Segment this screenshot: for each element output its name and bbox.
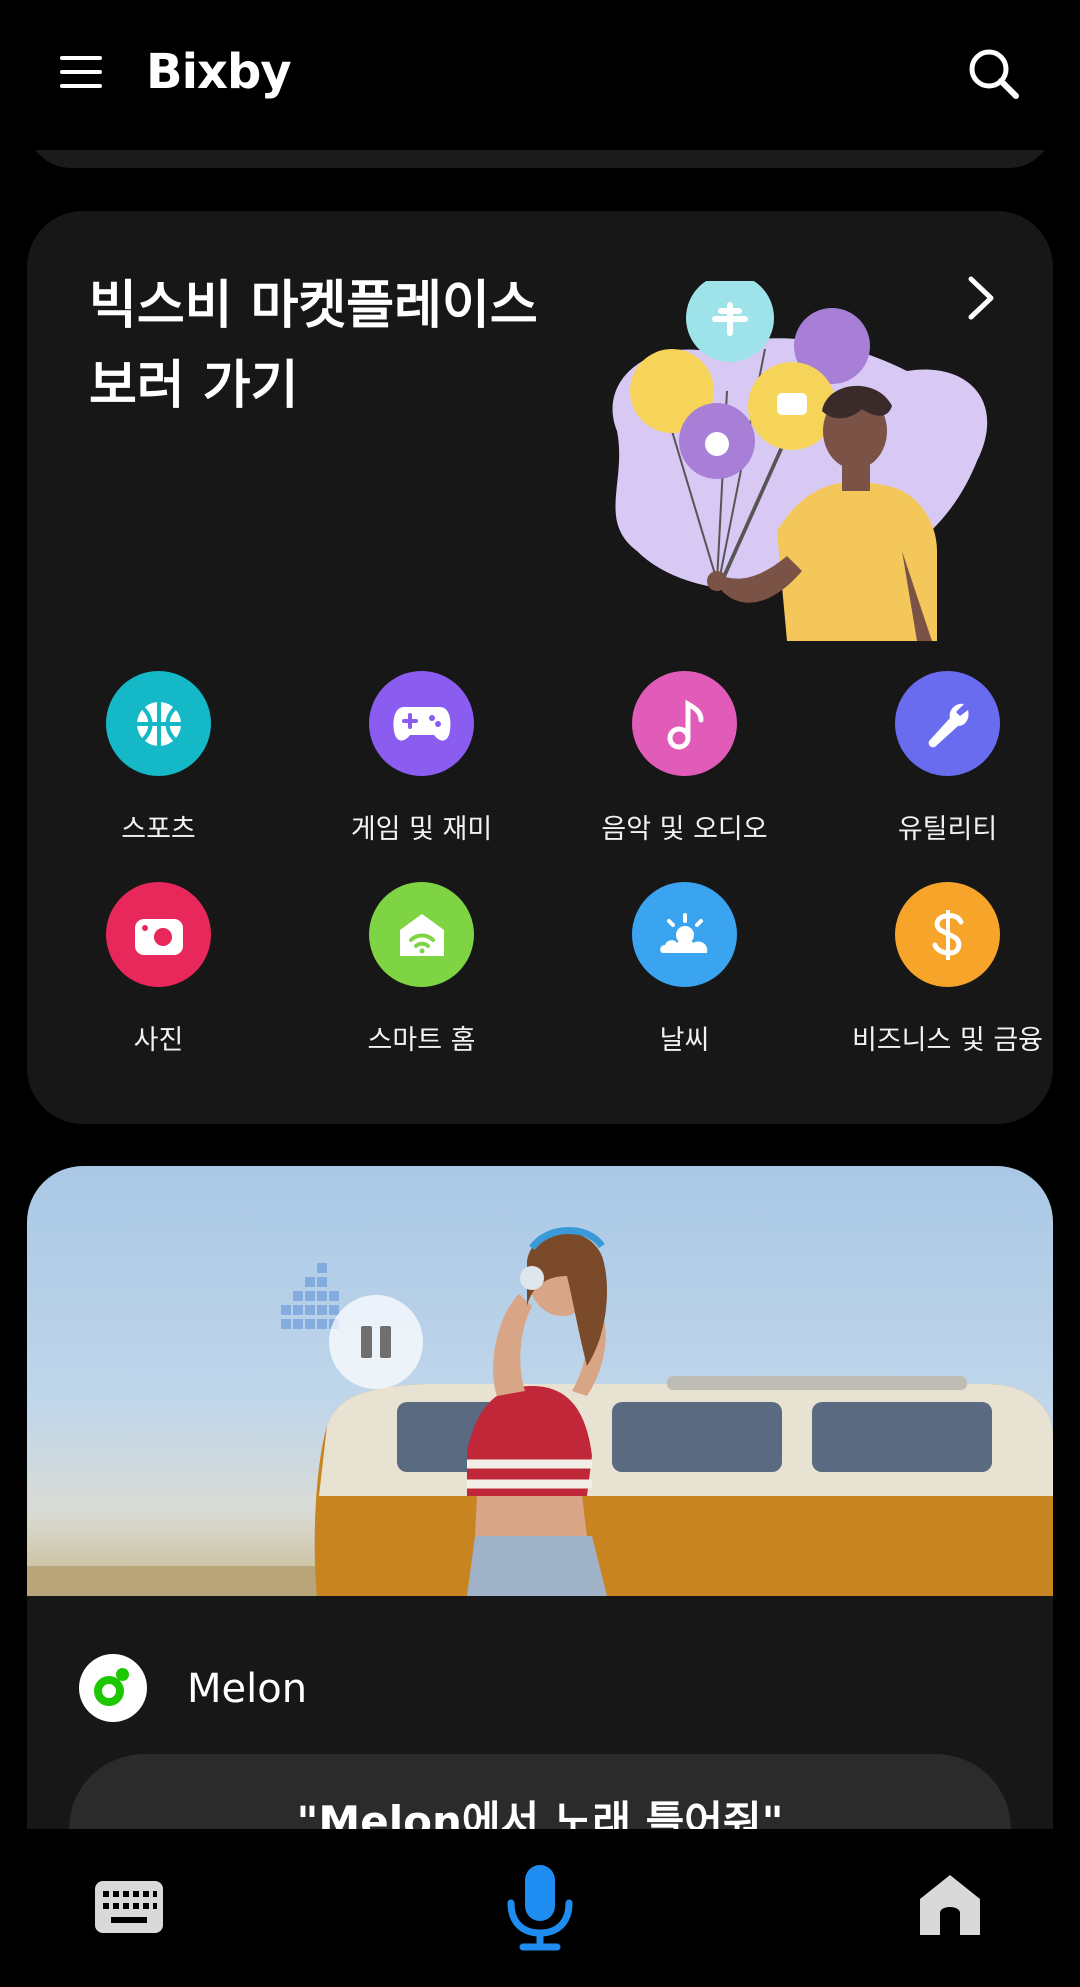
melon-logo [79,1654,147,1722]
home-icon[interactable] [918,1873,982,1935]
weather-icon [632,882,737,987]
dollar-icon [895,882,1000,987]
search-icon[interactable] [966,46,1022,102]
marketplace-title: 빅스비 마켓플레이스 보러 가기 [89,276,538,416]
music-note-icon [632,671,737,776]
keyboard-icon[interactable] [95,1881,163,1933]
category-label: 유틸리티 [897,814,998,845]
microphone-icon[interactable] [505,1865,575,1951]
category-music[interactable]: 음악 및 오디오 [553,671,816,851]
category-label: 사진 [133,1025,184,1056]
bixby-screen: Bixby 빅스비 마켓플레이스 보러 가기 스포츠 게임 및 재미 음악 및 … [0,0,1080,1987]
pause-icon-bar [380,1326,391,1358]
category-finance[interactable]: 비즈니스 및 금융 [816,882,1079,1062]
smart-home-icon [369,882,474,987]
category-label: 음악 및 오디오 [601,814,768,845]
category-utility[interactable]: 유틸리티 [816,671,1079,851]
wrench-icon [895,671,1000,776]
category-photo[interactable]: 사진 [27,882,290,1062]
gamepad-icon [369,671,474,776]
category-sports[interactable]: 스포츠 [27,671,290,851]
bottom-bar [0,1829,1080,1987]
category-label: 게임 및 재미 [350,814,493,845]
category-games[interactable]: 게임 및 재미 [290,671,553,851]
app-header: Bixby [0,0,1080,150]
balloon-person-illustration [612,281,988,641]
camera-icon [106,882,211,987]
music-hero-image [27,1166,1053,1596]
marketplace-card[interactable]: 빅스비 마켓플레이스 보러 가기 스포츠 게임 및 재미 음악 및 오디오 유틸… [27,211,1053,1124]
basketball-icon [106,671,211,776]
category-label: 날씨 [659,1025,710,1056]
category-label: 스마트 홈 [367,1025,476,1056]
melon-logo-dot [116,1668,129,1681]
category-label: 스포츠 [121,814,196,845]
pause-button[interactable] [329,1295,423,1389]
hero-photo-illustration [27,1227,1053,1596]
hamburger-menu-icon[interactable] [60,52,106,92]
app-title: Bixby [146,44,292,100]
category-label: 비즈니스 및 금융 [851,1025,1044,1056]
pause-icon [361,1326,372,1358]
category-smart-home[interactable]: 스마트 홈 [290,882,553,1062]
category-weather[interactable]: 날씨 [553,882,816,1062]
melon-app-name: Melon [187,1666,308,1712]
